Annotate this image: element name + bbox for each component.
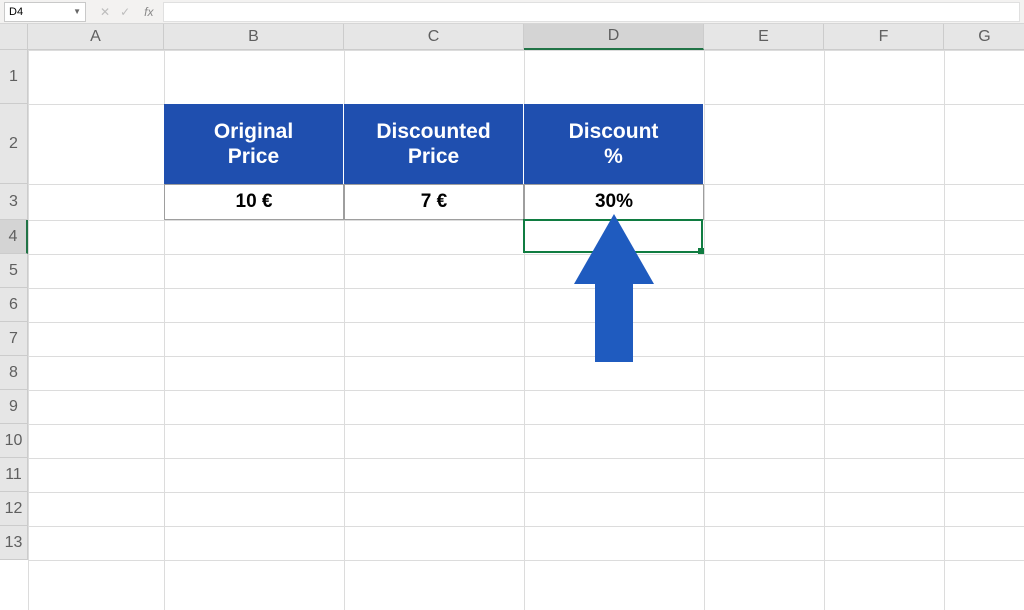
row-header-3[interactable]: 3 bbox=[0, 184, 28, 220]
row-header-10[interactable]: 10 bbox=[0, 424, 28, 458]
cell-B2[interactable]: Original Price bbox=[164, 104, 344, 184]
row-header-13[interactable]: 13 bbox=[0, 526, 28, 560]
row-header-6[interactable]: 6 bbox=[0, 288, 28, 322]
row-header-7[interactable]: 7 bbox=[0, 322, 28, 356]
cancel-icon[interactable]: ✕ bbox=[100, 5, 110, 19]
col-header-D[interactable]: D bbox=[524, 24, 704, 50]
formula-input[interactable] bbox=[163, 2, 1020, 22]
cell-D2[interactable]: Discount % bbox=[524, 104, 704, 184]
cell-C2[interactable]: Discounted Price bbox=[344, 104, 524, 184]
name-box-value: D4 bbox=[9, 6, 23, 18]
chevron-down-icon[interactable]: ▼ bbox=[73, 7, 81, 16]
row-headers: 12345678910111213 bbox=[0, 50, 28, 560]
row-header-11[interactable]: 11 bbox=[0, 458, 28, 492]
col-header-A[interactable]: A bbox=[28, 24, 164, 50]
cell-D3[interactable]: 30% bbox=[524, 184, 704, 220]
cell-C3[interactable]: 7 € bbox=[344, 184, 524, 220]
col-header-G[interactable]: G bbox=[944, 24, 1024, 50]
row-header-12[interactable]: 12 bbox=[0, 492, 28, 526]
select-all-corner[interactable] bbox=[0, 24, 28, 50]
row-header-9[interactable]: 9 bbox=[0, 390, 28, 424]
row-header-8[interactable]: 8 bbox=[0, 356, 28, 390]
column-headers: ABCDEFG bbox=[28, 24, 1024, 50]
col-header-E[interactable]: E bbox=[704, 24, 824, 50]
row-header-5[interactable]: 5 bbox=[0, 254, 28, 288]
cell-B3[interactable]: 10 € bbox=[164, 184, 344, 220]
name-box[interactable]: D4 ▼ bbox=[4, 2, 86, 22]
col-header-B[interactable]: B bbox=[164, 24, 344, 50]
confirm-icon[interactable]: ✓ bbox=[120, 5, 130, 19]
row-header-1[interactable]: 1 bbox=[0, 50, 28, 104]
fx-label[interactable]: fx bbox=[140, 5, 153, 19]
spreadsheet: ABCDEFG 12345678910111213 Original Price… bbox=[0, 24, 1024, 576]
row-header-4[interactable]: 4 bbox=[0, 220, 28, 254]
active-cell-selection bbox=[523, 219, 703, 253]
formula-bar-buttons: ✕ ✓ fx bbox=[92, 5, 161, 19]
row-header-2[interactable]: 2 bbox=[0, 104, 28, 184]
formula-bar: D4 ▼ ✕ ✓ fx bbox=[0, 0, 1024, 24]
col-header-C[interactable]: C bbox=[344, 24, 524, 50]
col-header-F[interactable]: F bbox=[824, 24, 944, 50]
